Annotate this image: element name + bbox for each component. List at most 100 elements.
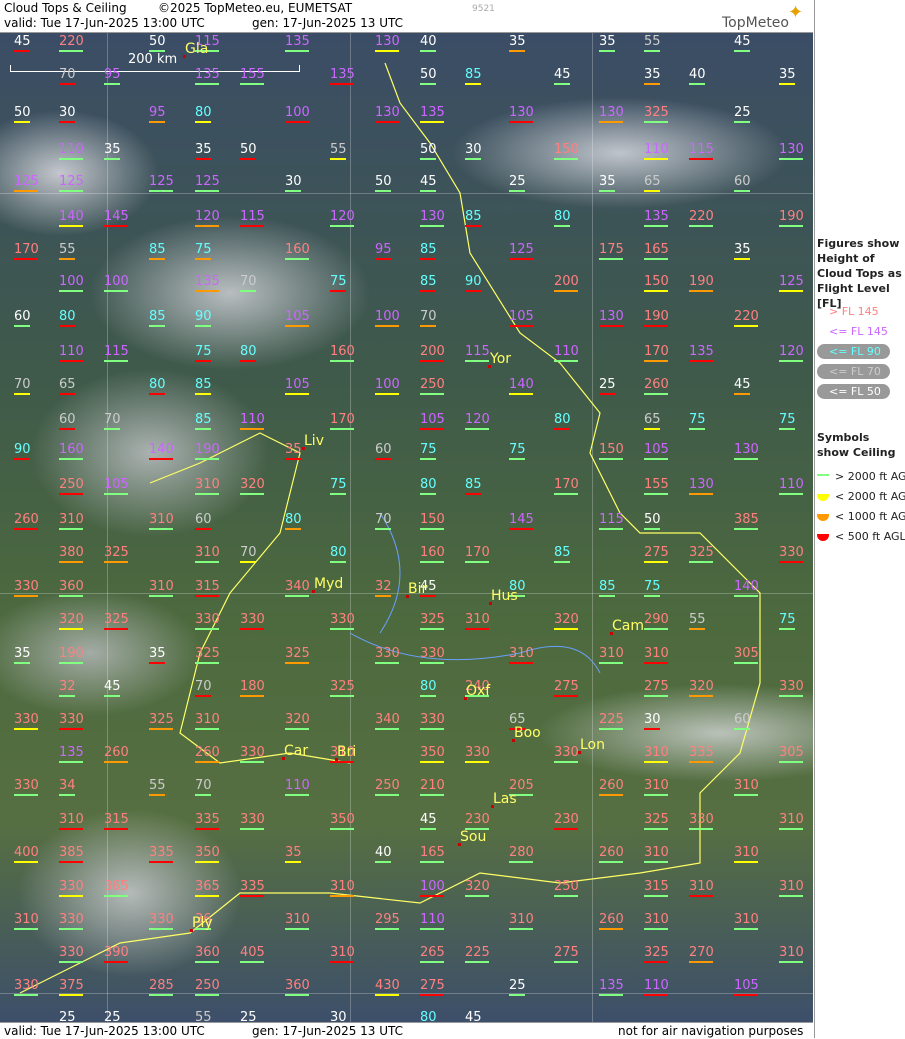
ceiling-underline	[330, 290, 346, 292]
ceiling-underline	[195, 695, 211, 697]
ceiling-underline	[734, 928, 758, 930]
cloud-top-label: 310	[509, 912, 534, 927]
cloud-top-label: 310	[149, 579, 174, 594]
ceiling-underline	[14, 121, 30, 123]
legend-ceiling-symbol	[817, 494, 829, 501]
ceiling-underline	[240, 225, 264, 227]
cloud-top-label: 130	[734, 442, 759, 457]
ceiling-underline	[599, 928, 623, 930]
cloud-top-label: 310	[465, 612, 490, 627]
ceiling-underline	[420, 290, 436, 292]
ceiling-underline	[195, 121, 211, 123]
ceiling-underline	[149, 794, 165, 796]
ceiling-underline	[689, 961, 713, 963]
cloud-top-label: 310	[149, 512, 174, 527]
ceiling-underline	[285, 662, 309, 664]
ceiling-underline	[554, 761, 578, 763]
legend-fl-item: > FL 145	[829, 305, 879, 318]
cloud-top-label: 80	[554, 209, 571, 224]
ceiling-underline	[104, 561, 128, 563]
cloud-top-label: 35	[734, 242, 751, 257]
satellite-map[interactable]: 200 km 45 220 50 115 135 130 40 35 35 55 45 70 95 135…	[0, 33, 813, 1022]
cloud-top-label: 85	[465, 477, 482, 492]
ceiling-underline	[195, 428, 211, 430]
cloud-top-label: 335	[689, 745, 714, 760]
cloud-top-label: 330	[779, 679, 804, 694]
ceiling-underline	[14, 325, 30, 327]
ceiling-underline	[599, 861, 623, 863]
ceiling-underline	[554, 493, 578, 495]
ceiling-underline	[195, 861, 219, 863]
ceiling-underline	[149, 458, 173, 460]
ceiling-underline	[734, 994, 758, 996]
ceiling-underline	[149, 121, 165, 123]
ceiling-underline	[14, 393, 30, 395]
cloud-top-label: 275	[554, 945, 579, 960]
ceiling-underline	[420, 50, 436, 52]
ceiling-underline	[689, 561, 713, 563]
legend-ceiling-item: > 2000 ft AGL	[835, 470, 905, 483]
cloud-top-label: 335	[240, 879, 265, 894]
ceiling-underline	[59, 761, 83, 763]
ceiling-underline	[195, 628, 219, 630]
ceiling-underline	[420, 360, 444, 362]
cloud-top-label: 115	[240, 209, 265, 224]
cloud-top-label: 85	[465, 209, 482, 224]
ceiling-underline	[644, 961, 668, 963]
ceiling-underline	[375, 662, 399, 664]
ceiling-underline	[195, 662, 219, 664]
ceiling-underline	[330, 695, 354, 697]
cloud-top-label: 320	[554, 612, 579, 627]
ceiling-underline	[689, 158, 713, 160]
cloud-top-label: 270	[689, 945, 714, 960]
cloud-top-label: 45	[104, 679, 121, 694]
cloud-top-label: 85	[465, 67, 482, 82]
cloud-top-label: 85	[195, 412, 212, 427]
cloud-top-label: 60	[195, 512, 212, 527]
ceiling-underline	[599, 662, 623, 664]
ceiling-underline	[195, 595, 219, 597]
cloud-top-label: 35	[779, 67, 796, 82]
cloud-top-label: 335	[195, 812, 220, 827]
ceiling-underline	[195, 493, 219, 495]
ceiling-underline	[59, 628, 83, 630]
cloud-top-label: 75	[330, 477, 347, 492]
cloud-top-label: 250	[554, 879, 579, 894]
ceiling-underline	[554, 961, 578, 963]
cloud-top-label: 160	[420, 545, 445, 560]
cloud-top-label: 310	[689, 879, 714, 894]
ceiling-underline	[420, 961, 444, 963]
cloud-top-label: 135	[59, 745, 84, 760]
cloud-top-label: 330	[59, 945, 84, 960]
cloud-top-label: 250	[375, 778, 400, 793]
cloud-top-label: 60	[14, 309, 31, 324]
cloud-top-label: 25	[734, 105, 751, 120]
ceiling-underline	[420, 83, 436, 85]
ceiling-underline	[420, 828, 436, 830]
cloud-top-label: 95	[149, 105, 166, 120]
cloud-top-label: 145	[104, 209, 129, 224]
ceiling-underline	[195, 225, 219, 227]
legend-symbols-title: Symbols show Ceiling	[817, 431, 896, 459]
ceiling-underline	[734, 528, 758, 530]
cloud-top-label: 365	[195, 879, 220, 894]
ceiling-underline	[599, 994, 623, 996]
header-bar: Cloud Tops & Ceiling ©2025 TopMeteo.eu, …	[0, 0, 813, 33]
ceiling-underline	[689, 428, 705, 430]
ceiling-underline	[330, 360, 354, 362]
ceiling-underline	[644, 595, 660, 597]
cloud-top-label: 230	[554, 812, 579, 827]
cloud-top-label: 60	[734, 712, 751, 727]
ceiling-underline	[59, 994, 83, 996]
cloud-top-label: 155	[644, 477, 669, 492]
ceiling-underline	[285, 325, 309, 327]
cloud-top-label: 220	[734, 309, 759, 324]
cloud-top-label: 335	[149, 845, 174, 860]
cloud-top-label: 330	[240, 745, 265, 760]
cloud-top-label: 100	[59, 274, 84, 289]
ceiling-underline	[330, 628, 354, 630]
cloud-top-label: 40	[689, 67, 706, 82]
ceiling-underline	[375, 728, 399, 730]
cloud-top-label: 105	[285, 377, 310, 392]
ceiling-underline	[59, 662, 83, 664]
